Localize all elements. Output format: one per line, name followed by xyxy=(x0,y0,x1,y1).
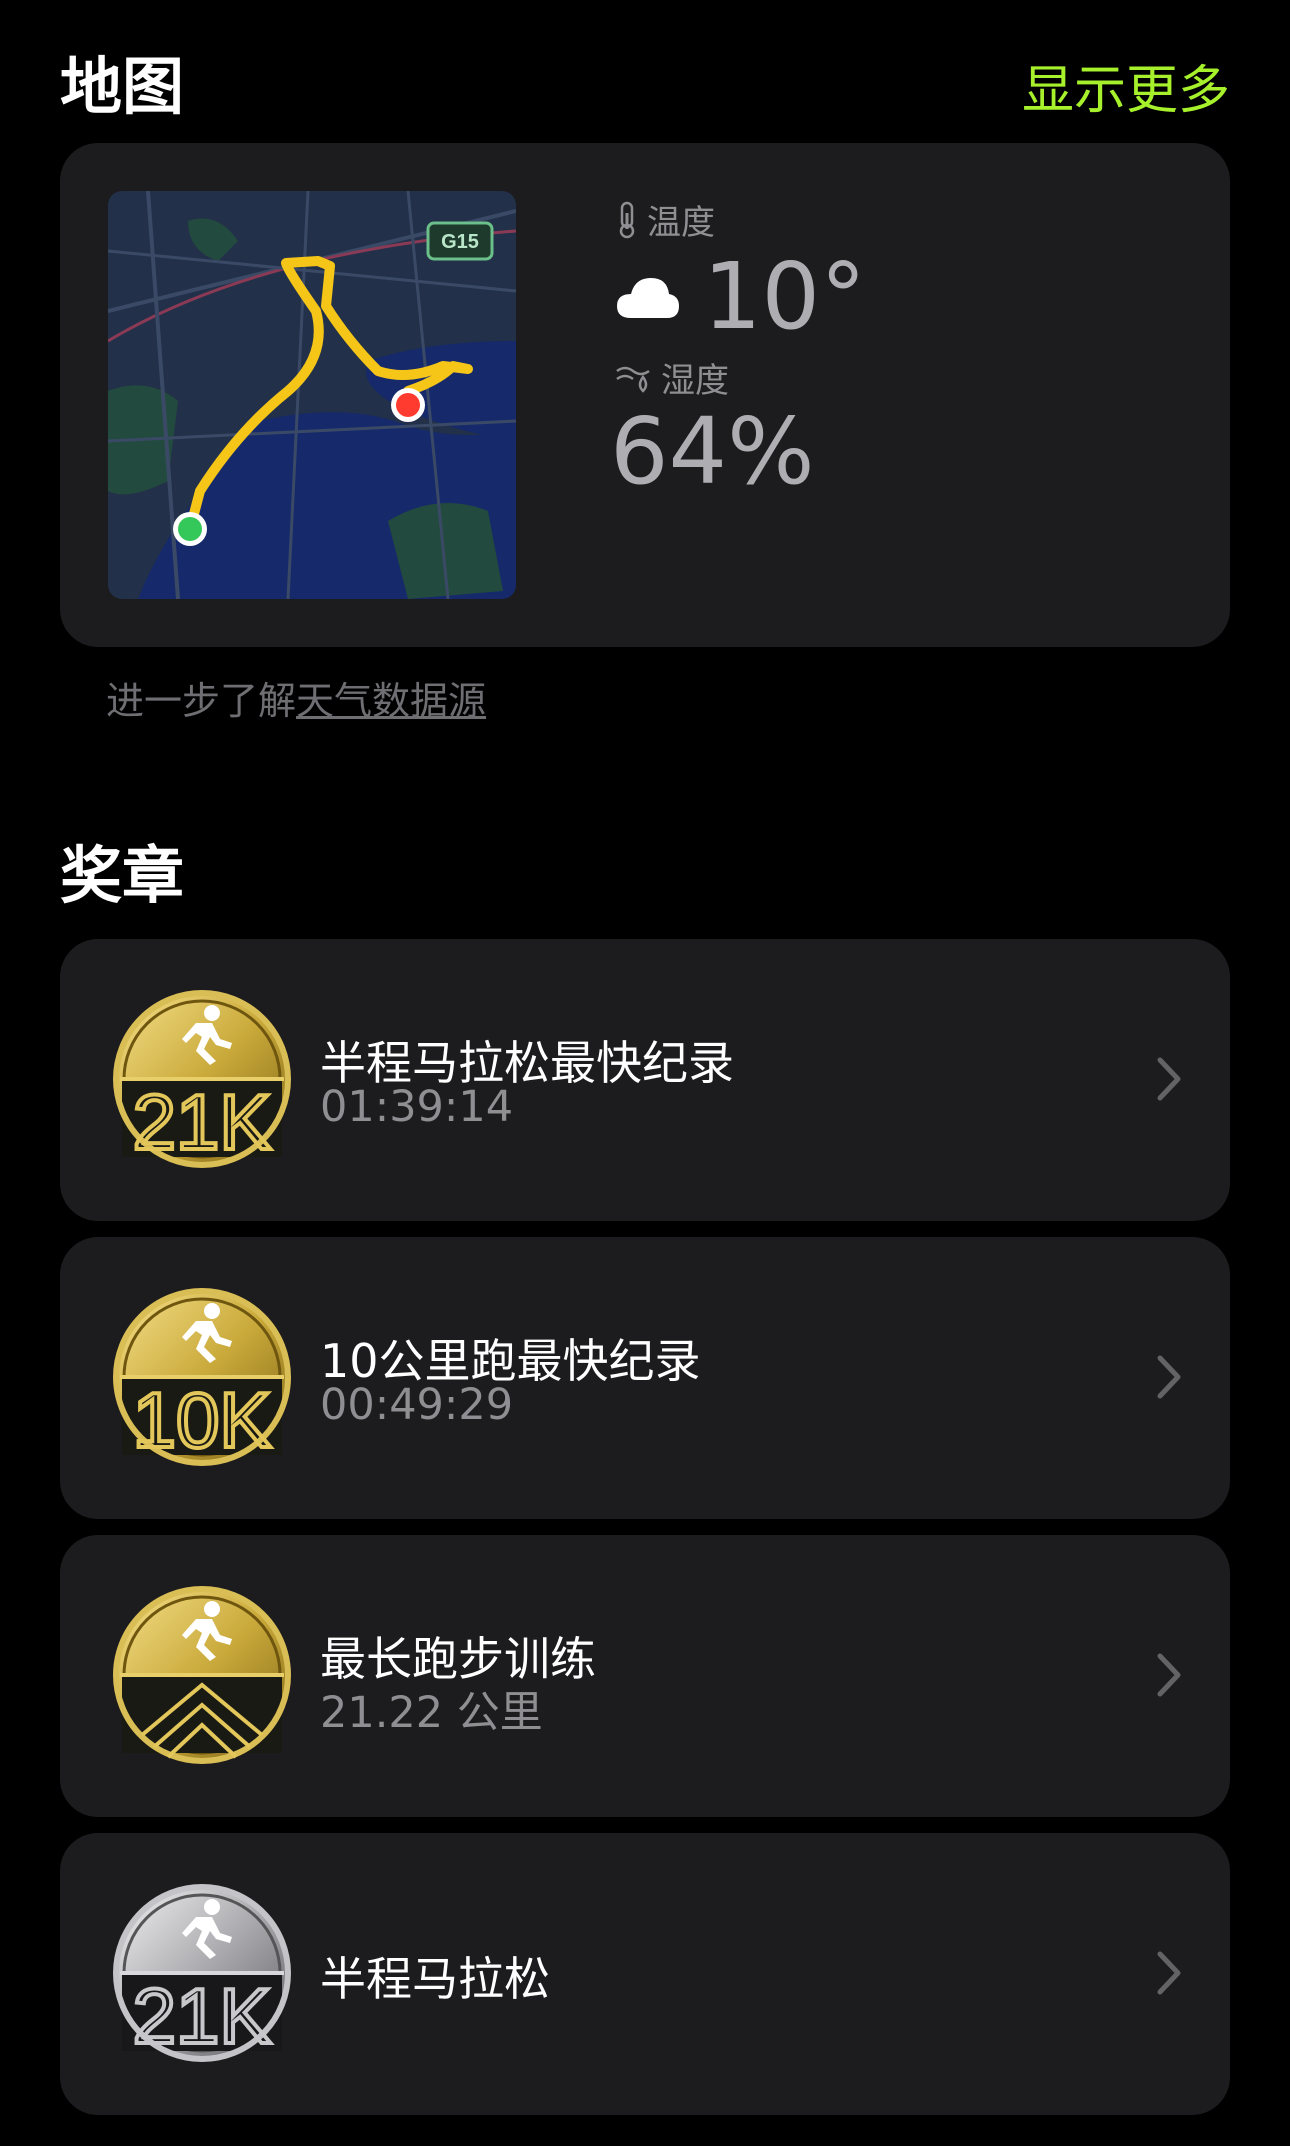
gold-10k-medal-icon: 10K xyxy=(113,1288,291,1466)
thermometer-icon xyxy=(619,201,635,238)
awards-section-title: 奖章 xyxy=(60,839,185,912)
chevron-right-icon xyxy=(1157,1653,1181,1697)
weather-source-link[interactable]: 天气数据源 xyxy=(296,679,486,723)
gold-21k-medal-icon: 21K xyxy=(113,990,291,1168)
show-more-link[interactable]: 显示更多 xyxy=(1022,48,1230,123)
weather-source-footnote: 进一步了解天气数据源 xyxy=(106,670,486,725)
medal-21k-text: 21K xyxy=(133,1078,272,1166)
humidity-label: 湿度 xyxy=(661,361,729,401)
route-map-graphic: G15 xyxy=(108,191,516,599)
chevron-right-icon xyxy=(1157,1355,1181,1399)
map-section-title: 地图 xyxy=(60,50,185,123)
temperature-value: 10° xyxy=(703,243,867,350)
award-title: 半程马拉松 xyxy=(320,1952,550,2006)
award-row-half-marathon[interactable]: 21K 半程马拉松 xyxy=(60,1833,1230,2115)
road-sign-label: G15 xyxy=(441,231,479,253)
humidity-value: 64% xyxy=(610,398,815,505)
temperature-label: 温度 xyxy=(647,203,715,243)
footnote-prefix: 进一步了解 xyxy=(106,679,297,723)
route-map[interactable]: G15 xyxy=(108,191,516,599)
award-row-half-marathon-fastest[interactable]: 21K 半程马拉松最快纪录 01:39:14 xyxy=(60,939,1230,1221)
award-value: 00:49:29 xyxy=(320,1380,514,1430)
chevron-right-icon xyxy=(1157,1951,1181,1995)
cloud-icon xyxy=(617,277,679,318)
award-row-longest-run[interactable]: 最长跑步训练 21.22 公里 xyxy=(60,1535,1230,1817)
map-card: G15 温度 10° 湿度 64% xyxy=(60,143,1230,647)
medal-10k-text: 10K xyxy=(133,1376,272,1464)
award-value: 01:39:14 xyxy=(320,1082,514,1132)
award-value: 21.22 公里 xyxy=(320,1688,543,1738)
temperature-label-row: 温度 xyxy=(615,195,715,244)
medal-21k-text: 21K xyxy=(133,1972,272,2060)
award-row-10k-fastest[interactable]: 10K 10公里跑最快纪录 00:49:29 xyxy=(60,1237,1230,1519)
silver-21k-medal-icon: 21K xyxy=(113,1884,291,2062)
humidity-icon xyxy=(616,366,650,393)
chevron-right-icon xyxy=(1157,1057,1181,1101)
temperature-row: 10° xyxy=(615,243,866,350)
gold-longest-run-medal-icon xyxy=(113,1586,291,1764)
humidity-label-row: 湿度 xyxy=(615,353,729,402)
